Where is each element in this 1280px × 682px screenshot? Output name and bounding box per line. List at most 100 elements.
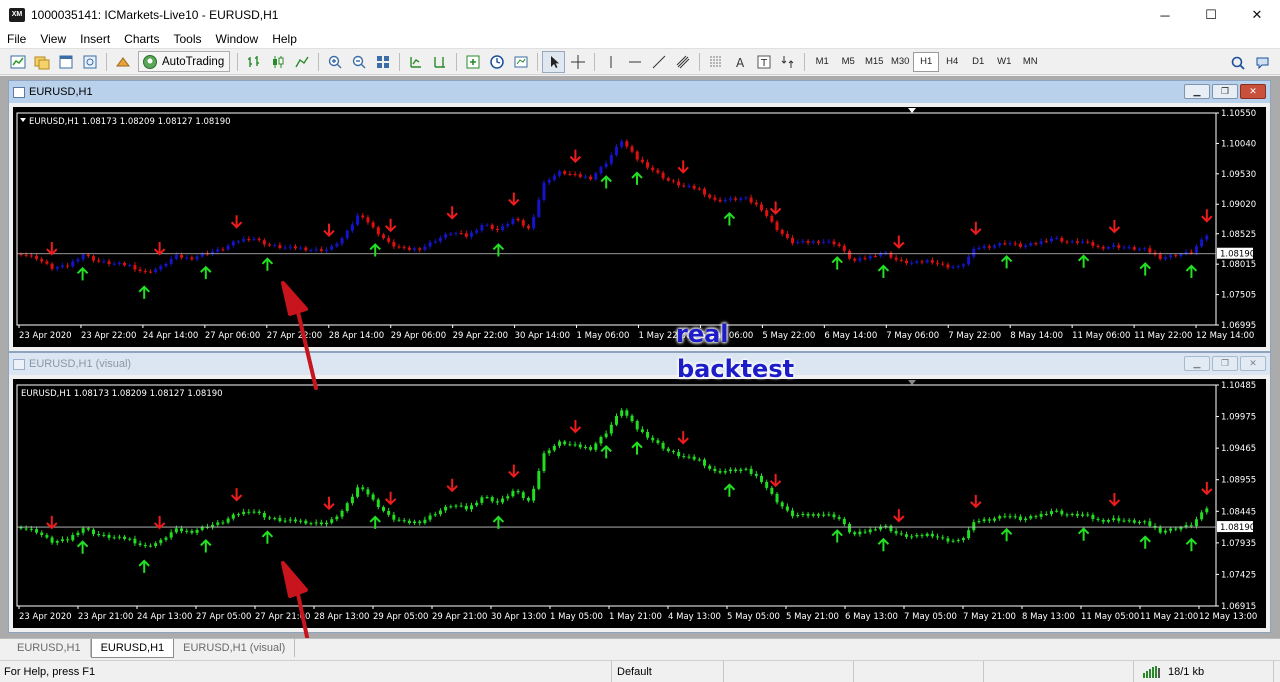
candle-body [226,245,230,250]
timeframe-h4[interactable]: H4 [939,52,965,72]
menu-tools[interactable]: Tools [167,31,209,48]
time-tick-label: 24 Apr 14:00 [143,331,198,341]
close-button[interactable]: ✕ [1234,0,1280,30]
print-preview-icon[interactable] [111,51,134,73]
profiles-icon[interactable] [30,51,53,73]
line-chart-icon[interactable] [290,51,313,73]
menu-window[interactable]: Window [209,31,266,48]
menu-view[interactable]: View [33,31,73,48]
chart-close-button[interactable]: ✕ [1240,356,1266,371]
minimize-button[interactable]: ─ [1142,0,1188,30]
menu-help[interactable]: Help [265,31,304,48]
chart-shift-marker-icon[interactable] [908,108,916,113]
menu-charts[interactable]: Charts [117,31,166,48]
horizontal-line-icon[interactable] [623,51,646,73]
candle-body [35,255,39,260]
candle-body [174,528,178,533]
indicators-icon[interactable] [461,51,484,73]
candle-body [615,146,618,156]
channel-icon[interactable] [671,51,694,73]
timeframe-m5[interactable]: M5 [835,52,861,72]
status-connection: 18/1 kb [1134,660,1274,682]
tab-eurusd-h1-visual[interactable]: EURUSD,H1 (visual) [174,639,296,657]
candle-body [982,519,986,522]
candle-body [713,197,717,200]
price-tick-label: 1.08015 [1221,260,1256,270]
chart-window-titlebar[interactable]: EURUSD,H1 (visual) [9,353,1270,375]
auto-scroll-icon[interactable] [404,51,427,73]
timeframe-h1[interactable]: H1 [913,51,940,72]
price-chart-real[interactable]: 1.10550 1.10040 1.09530 1.09020 1.08525 1.080… [13,107,1266,347]
sell-signal-arrow-icon [769,473,782,488]
candle-body [977,521,981,523]
zoom-out-icon[interactable] [347,51,370,73]
search-icon[interactable] [1226,52,1249,74]
community-icon[interactable] [1251,52,1274,74]
chart-svg[interactable]: 1.10550 1.10040 1.09530 1.09020 1.08525 1.080… [13,107,1266,347]
chart-header-triangle-icon[interactable] [20,118,26,122]
maximize-button[interactable]: ☐ [1188,0,1234,30]
sell-signal-arrow-icon [446,206,458,220]
timeframe-m1[interactable]: M1 [809,52,835,72]
candle-body [371,494,375,500]
tab-eurusd-h1[interactable]: EURUSD,H1 [8,639,91,657]
autotrading-button[interactable]: AutoTrading [138,51,231,72]
chart-window-titlebar[interactable]: EURUSD,H1 [9,81,1270,103]
candle-body [956,540,960,542]
text-label-icon[interactable]: T [752,51,775,73]
timeframe-m30[interactable]: M30 [887,52,913,72]
candle-body [848,524,852,533]
menu-insert[interactable]: Insert [73,31,117,48]
chart-svg[interactable]: 1.10485 1.09975 1.09465 1.08955 1.08445 1.079… [13,379,1266,628]
candle-body [247,511,251,513]
chart-minimize-button[interactable]: ▁ [1184,84,1210,99]
timeframe-mn[interactable]: MN [1017,52,1043,72]
time-tick-label: 30 Apr 13:00 [491,612,546,622]
text-icon[interactable]: A [728,51,751,73]
menu-file[interactable]: File [0,31,33,48]
templates-icon[interactable] [509,51,532,73]
price-chart-visual[interactable]: 1.10485 1.09975 1.09465 1.08955 1.08445 1.079… [13,379,1266,628]
buy-signal-arrow-icon [1185,264,1198,278]
candle-body [982,246,986,248]
chart-restore-button[interactable]: ❐ [1212,84,1238,99]
tile-windows-icon[interactable] [371,51,394,73]
timeframe-d1[interactable]: D1 [965,52,991,72]
timeframe-w1[interactable]: W1 [991,52,1017,72]
zoom-in-icon[interactable] [323,51,346,73]
time-tick-label: 7 May 21:00 [963,612,1016,622]
chart-close-button[interactable]: ✕ [1240,84,1266,99]
chart-shift-marker-icon[interactable] [908,380,916,385]
crosshair-icon[interactable] [566,51,589,73]
cursor-icon[interactable] [542,50,566,73]
bar-chart-icon[interactable] [242,51,265,73]
toolbar-separator [106,52,107,71]
navigator-icon[interactable] [78,51,101,73]
candle-body [806,241,810,243]
candle-body [262,240,266,245]
chart-window-real[interactable]: EURUSD,H1 ▁ ❐ ✕ 1.10550 1.10040 1.09530 1.0… [8,80,1271,352]
fibonacci-icon[interactable] [704,51,727,73]
chart-minimize-button[interactable]: ▁ [1184,356,1210,371]
tab-eurusd-h1-active[interactable]: EURUSD,H1 [90,639,175,658]
trendline-icon[interactable] [647,51,670,73]
periods-icon[interactable] [485,51,508,73]
chart-window-visual[interactable]: EURUSD,H1 (visual) ▁ ❐ ✕ 1.10485 1.09975 1… [8,352,1271,633]
chart-shift-icon[interactable] [428,51,451,73]
timeframe-m15[interactable]: M15 [861,52,887,72]
vertical-line-icon[interactable] [599,51,622,73]
candle-body [361,487,365,490]
buy-signal-arrow-icon [261,530,274,544]
new-chart-icon[interactable] [6,51,29,73]
chart-window-title: EURUSD,H1 (visual) [29,358,132,370]
candle-body [55,540,59,543]
current-price-label: 1.08190 [1220,250,1255,260]
candle-body [454,233,458,235]
candle-body [708,194,712,198]
chart-restore-button[interactable]: ❐ [1212,356,1238,371]
time-tick-label: 12 May 14:00 [1196,331,1254,341]
candlestick-icon[interactable] [266,51,289,73]
arrows-icon[interactable] [776,51,799,73]
market-watch-icon[interactable] [54,51,77,73]
candle-body [661,172,665,179]
